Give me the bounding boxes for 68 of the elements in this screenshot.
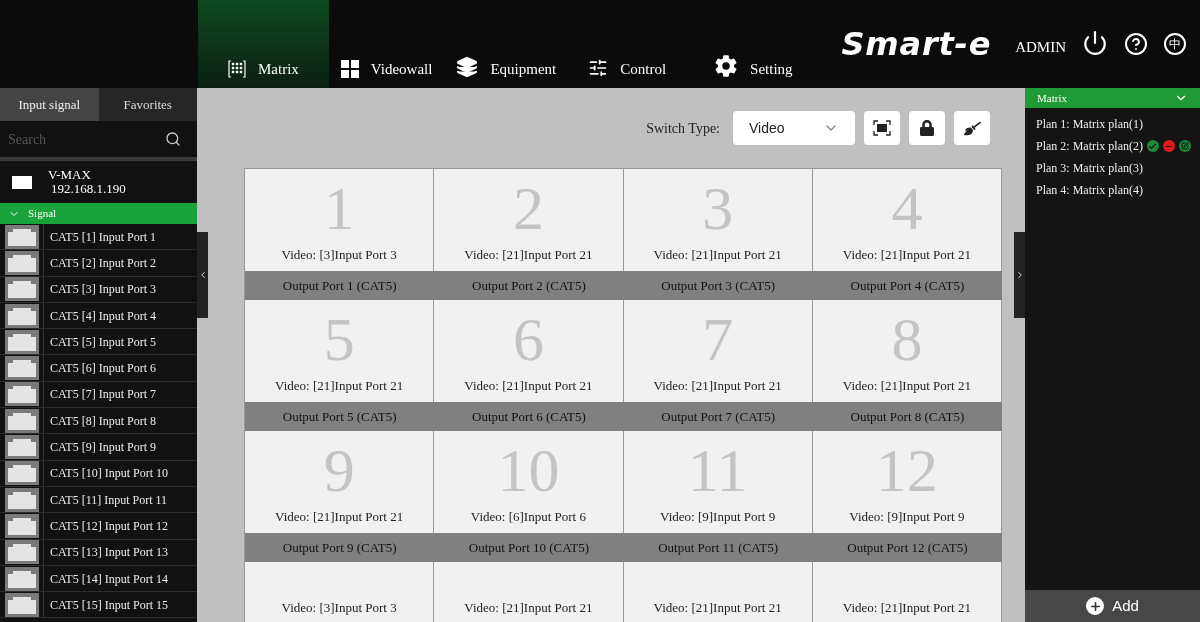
output-label: Output Port 11 (CAT5) — [658, 538, 778, 557]
switch-type-label: Switch Type: — [646, 119, 720, 138]
input-assignment: Video: [21]Input Port 21 — [464, 599, 593, 617]
input-assignment: Video: [21]Input Port 21 — [842, 377, 971, 395]
nav-tab[interactable]: Videowall — [328, 0, 445, 88]
input-item[interactable]: CAT5 [4] Input Port 4 — [50, 306, 156, 325]
input-assignment: Video: [9]Input Port 9 — [849, 508, 965, 526]
output-label: Output Port 9 (CAT5) — [282, 538, 397, 557]
input-item[interactable]: CAT5 [14] Input Port 14 — [50, 569, 168, 588]
output-label: Output Port 3 (CAT5) — [661, 276, 775, 295]
add-button[interactable]: Add — [1025, 590, 1200, 622]
language-button[interactable]: 中 — [1164, 33, 1186, 55]
output-label: Output Port 8 (CAT5) — [850, 407, 965, 426]
input-assignment: Video: [21]Input Port 21 — [653, 377, 782, 395]
output-label: Output Port 4 (CAT5) — [850, 276, 965, 295]
input-assignment: Video: [3]Input Port 3 — [281, 246, 397, 264]
device-name: V-MAX — [48, 168, 92, 182]
output-label: Output Port 6 (CAT5) — [472, 407, 586, 426]
nav-tab[interactable]: Matrix — [198, 0, 329, 88]
output-label: Output Port 5 (CAT5) — [282, 407, 397, 426]
output-tile[interactable]: Video: [21]Input Port 21 — [434, 562, 624, 622]
nav-tab[interactable]: Equipment — [444, 0, 569, 88]
device-address: 192.168.1.190 — [51, 182, 126, 196]
switch-type-dropdown[interactable]: Video — [733, 111, 855, 145]
output-tile[interactable]: Video: [21]Input Port 21 — [623, 562, 813, 622]
user-name: ADMIN — [1015, 38, 1066, 57]
brand-logo: Smart-e — [841, 26, 992, 62]
input-item[interactable]: CAT5 [9] Input Port 9 — [50, 438, 156, 456]
input-item[interactable]: CAT5 [1] Input Port 1 — [50, 227, 156, 246]
input-item[interactable]: CAT5 [2] Input Port 2 — [50, 253, 156, 272]
output-tile[interactable]: Video: [21]Input Port 21 — [812, 562, 1002, 622]
input-assignment: Video: [21]Input Port 21 — [275, 377, 404, 395]
input-assignment: Video: [21]Input Port 21 — [464, 377, 593, 395]
input-assignment: Video: [21]Input Port 21 — [842, 599, 971, 617]
input-item[interactable]: CAT5 [5] Input Port 5 — [50, 332, 156, 351]
sidebar-tab[interactable]: Favorites — [98, 88, 197, 121]
input-assignment: Video: [21]Input Port 21 — [653, 246, 782, 264]
input-item[interactable]: CAT5 [12] Input Port 12 — [50, 516, 168, 535]
nav-tab[interactable]: Setting — [702, 0, 805, 88]
input-item[interactable]: CAT5 [7] Input Port 7 — [50, 385, 156, 404]
output-label: Output Port 2 (CAT5) — [472, 276, 586, 295]
input-assignment: Video: [3]Input Port 3 — [281, 599, 397, 617]
output-tile[interactable]: Video: [3]Input Port 3 — [245, 562, 435, 622]
input-item[interactable]: CAT5 [11] Input Port 11 — [50, 490, 168, 509]
input-item[interactable]: CAT5 [10] Input Port 10 — [50, 464, 168, 483]
plan-item[interactable]: Plan 1: Matrix plan(1) — [1036, 115, 1143, 133]
input-assignment: Video: [21]Input Port 21 — [842, 246, 971, 264]
plan-item[interactable]: Plan 2: Matrix plan(2) — [1036, 137, 1191, 155]
input-assignment: Video: [6]Input Port 6 — [470, 508, 586, 526]
sidebar-tab[interactable]: Input signal — [0, 88, 99, 121]
input-assignment: Video: [21]Input Port 21 — [653, 599, 782, 617]
input-item[interactable]: CAT5 [6] Input Port 6 — [50, 359, 156, 378]
input-item[interactable]: CAT5 [3] Input Port 3 — [50, 280, 156, 299]
plan-item[interactable]: Plan 4: Matrix plan(4) — [1036, 181, 1143, 199]
input-item[interactable]: CAT5 [8] Input Port 8 — [50, 411, 156, 430]
output-label: Output Port 12 (CAT5) — [847, 538, 968, 557]
input-assignment: Video: [21]Input Port 21 — [464, 246, 593, 264]
nav-tab[interactable]: Control — [576, 0, 679, 88]
search-field[interactable]: Search — [8, 128, 165, 150]
input-item[interactable]: CAT5 [13] Input Port 13 — [50, 543, 168, 562]
plan-item[interactable]: Plan 3: Matrix plan(3) — [1036, 159, 1143, 177]
output-label: Output Port 7 (CAT5) — [661, 407, 775, 426]
output-label: Output Port 10 (CAT5) — [468, 538, 589, 557]
plans-header[interactable]: Matrix — [1025, 88, 1200, 108]
input-item[interactable]: CAT5 [15] Input Port 15 — [50, 595, 168, 614]
input-assignment: Video: [9]Input Port 9 — [660, 508, 776, 526]
input-assignment: Video: [21]Input Port 21 — [275, 508, 404, 526]
output-label: Output Port 1 (CAT5) — [282, 276, 397, 295]
